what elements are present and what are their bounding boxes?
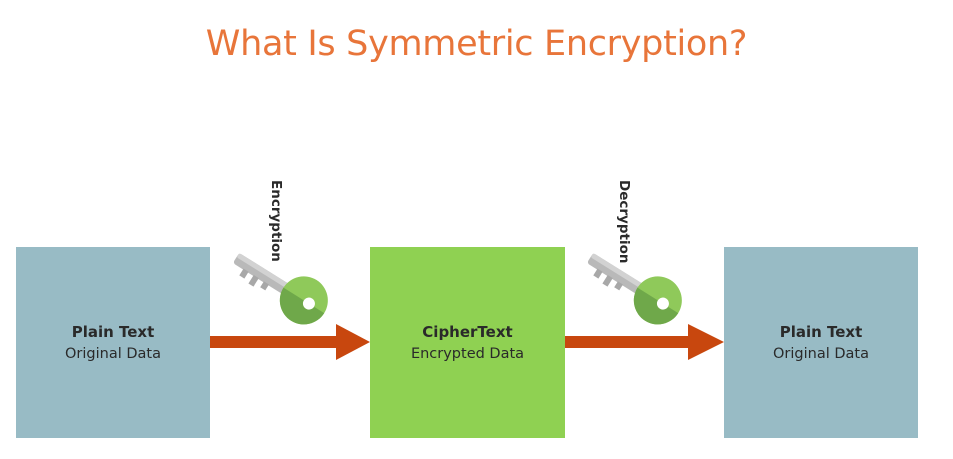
box-subtitle: Encrypted Data — [410, 345, 525, 362]
arrow-right-icon — [565, 324, 724, 360]
box-heading: CipherText — [422, 322, 513, 341]
decryption-label: Decryption — [616, 180, 632, 264]
box-heading: Plain Text — [779, 322, 863, 341]
plain-text-box-left: Plain Text Original Data — [16, 247, 210, 438]
encryption-label: Encryption — [268, 180, 284, 262]
key-icon — [587, 253, 682, 325]
arrow-right-icon — [210, 324, 370, 360]
box-subtitle: Original Data — [65, 345, 161, 362]
box-subtitle: Original Data — [773, 345, 869, 362]
ciphertext-box: CipherText Encrypted Data — [370, 247, 565, 438]
box-heading: Plain Text — [71, 322, 155, 341]
plain-text-box-right: Plain Text Original Data — [724, 247, 918, 438]
